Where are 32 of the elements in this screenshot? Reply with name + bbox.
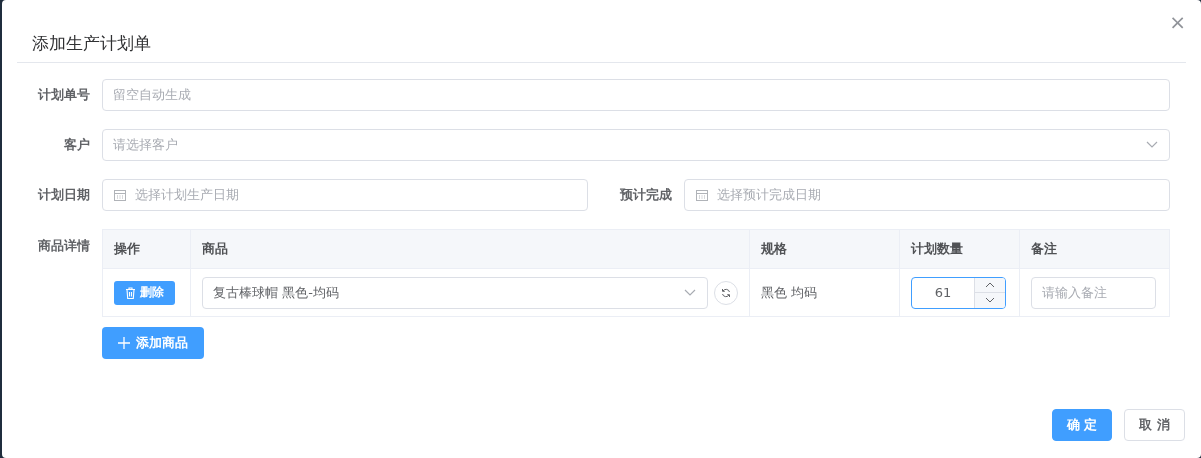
- column-header: 规格: [749, 229, 900, 269]
- date-field[interactable]: 选择计划生产日期: [102, 179, 588, 211]
- field-label: 计划日期: [37, 186, 91, 204]
- field-label: 商品详情: [37, 237, 91, 255]
- field-label: 客户: [63, 136, 91, 154]
- confirm-button[interactable]: 确 定: [1051, 409, 1113, 441]
- input-field[interactable]: 留空自动生成: [102, 79, 1170, 111]
- date-field[interactable]: 选择预计完成日期: [684, 179, 1170, 211]
- calendar-icon: [695, 188, 709, 202]
- column-header: 商品: [190, 229, 750, 269]
- column-header: 备注: [1019, 229, 1170, 269]
- column-header: 操作: [102, 229, 191, 269]
- field-label: 计划单号: [37, 86, 91, 104]
- chevron-down-icon: [985, 297, 995, 304]
- close-button[interactable]: ×: [1169, 12, 1186, 32]
- dialog-title: 添加生产计划单: [31, 32, 151, 54]
- select-field[interactable]: 复古棒球帽 黑色-均码: [202, 276, 708, 309]
- input-field[interactable]: 请输入备注: [1031, 276, 1156, 309]
- trash-icon: [125, 286, 136, 299]
- table-cell: 黑色 均码: [749, 268, 900, 317]
- field-label: 预计完成: [619, 186, 673, 204]
- delete-button[interactable]: 删除: [114, 280, 175, 305]
- add-product-button[interactable]: 添加商品: [102, 327, 204, 359]
- cancel-button[interactable]: 取 消: [1124, 409, 1185, 441]
- refresh-button[interactable]: [714, 280, 738, 305]
- refresh-icon: [721, 287, 731, 298]
- plus-icon: [118, 337, 130, 349]
- column-header: 计划数量: [899, 229, 1020, 269]
- select-field[interactable]: 请选择客户: [102, 129, 1170, 161]
- chevron-up-icon: [985, 281, 995, 288]
- number-field[interactable]: 61: [911, 276, 1006, 309]
- calendar-icon: [113, 188, 127, 202]
